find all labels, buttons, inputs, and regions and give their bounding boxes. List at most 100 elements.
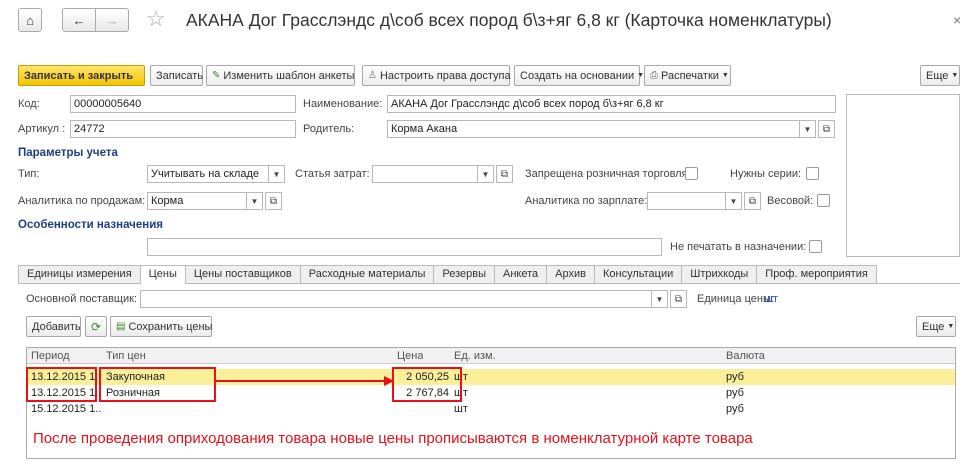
cost-dropdown-button[interactable]: ▼ <box>477 165 494 183</box>
document-save-icon: ▤ <box>116 321 126 332</box>
article-field[interactable]: 24772 <box>70 120 296 138</box>
code-label: Код: <box>18 98 40 110</box>
cost-field[interactable] <box>372 165 478 183</box>
change-template-label: Изменить шаблон анкеты <box>223 69 355 82</box>
type-label: Тип: <box>18 168 40 180</box>
home-button[interactable]: ⌂ <box>18 8 42 32</box>
retail-ban-label: Запрещена розничная торговля: <box>525 168 691 180</box>
chevron-down-icon: ▼ <box>951 72 959 79</box>
save-prices-label: Сохранить цены <box>128 320 213 333</box>
favorite-star-icon[interactable]: ☆ <box>146 6 166 32</box>
supplier-dropdown-button[interactable]: ▼ <box>651 290 668 308</box>
chevron-down-icon: ▼ <box>947 323 955 330</box>
price-unit-label: Единица цены: <box>697 293 774 305</box>
open-window-icon: ⧉ <box>748 195 757 207</box>
col-price[interactable]: Цена <box>397 348 423 364</box>
annotation-text: После проведения оприходования товара но… <box>33 430 753 447</box>
save-label: Записать <box>156 69 204 82</box>
forward-button[interactable]: → <box>95 8 129 32</box>
more-label: Еще <box>926 69 949 82</box>
col-price-type[interactable]: Тип цен <box>106 348 146 364</box>
no-print-checkbox[interactable] <box>809 240 822 253</box>
arrow-right-icon: → <box>105 12 119 28</box>
tab-consultations[interactable]: Консультации <box>593 265 683 283</box>
parent-dropdown-button[interactable]: ▼ <box>799 120 816 138</box>
salary-analytics-field[interactable] <box>647 192 726 210</box>
tab-consumables[interactable]: Расходные материалы <box>299 265 435 283</box>
user-key-icon: ♙ <box>368 70 377 81</box>
type-dropdown-button[interactable]: ▼ <box>268 165 285 183</box>
highlight-box-prices <box>392 367 462 402</box>
supplier-label: Основной поставщик: <box>26 293 137 305</box>
tab-prof-events[interactable]: Проф. мероприятия <box>756 265 877 283</box>
parent-label: Родитель: <box>303 123 355 135</box>
cost-open-button[interactable]: ⧉ <box>496 165 513 183</box>
sales-analytics-open-button[interactable]: ⧉ <box>265 192 282 210</box>
home-icon: ⌂ <box>26 12 34 28</box>
purpose-field[interactable] <box>147 238 662 256</box>
highlight-box-periods <box>26 367 97 402</box>
sales-analytics-dropdown-button[interactable]: ▼ <box>246 192 263 210</box>
annotation-arrow <box>216 376 394 386</box>
chevron-down-icon: ▼ <box>481 169 490 179</box>
tab-units[interactable]: Единицы измерения <box>18 265 141 283</box>
series-checkbox[interactable] <box>806 167 819 180</box>
chevron-down-icon: ▼ <box>721 72 729 79</box>
refresh-button[interactable]: ⟳ <box>85 316 107 337</box>
retail-ban-checkbox[interactable] <box>685 167 698 180</box>
access-rights-button[interactable]: ♙ Настроить права доступа <box>362 65 511 86</box>
salary-analytics-label: Аналитика по зарплате: <box>525 195 648 207</box>
cell-currency: руб <box>726 403 744 415</box>
access-rights-label: Настроить права доступа <box>379 69 511 82</box>
create-based-button[interactable]: Создать на основании ▼ <box>514 65 644 86</box>
chevron-down-icon: ▼ <box>655 294 664 304</box>
weight-checkbox[interactable] <box>817 194 830 207</box>
save-and-close-label: Записать и закрыть <box>24 69 134 82</box>
parent-field[interactable]: Корма Акана <box>387 120 800 138</box>
change-template-button[interactable]: ✎ Изменить шаблон анкеты <box>206 65 355 86</box>
more-button[interactable]: Еще ▼ <box>920 65 960 86</box>
cell-currency: руб <box>726 387 744 399</box>
table-header: Период Тип цен Цена Ед. изм. Валюта <box>27 348 955 364</box>
parent-open-button[interactable]: ⧉ <box>818 120 835 138</box>
printer-icon: ⎙ <box>650 70 658 81</box>
type-field[interactable]: Учитывать на складе <box>147 165 269 183</box>
print-label: Распечатки <box>661 69 719 82</box>
tab-prices[interactable]: Цены <box>139 265 186 284</box>
close-icon[interactable]: × <box>953 12 961 28</box>
back-button[interactable]: ← <box>62 8 96 32</box>
tab-reserves[interactable]: Резервы <box>433 265 495 283</box>
save-button[interactable]: Записать <box>150 65 203 86</box>
tab-bar: Единицы измерения Цены Цены поставщиков … <box>18 265 877 284</box>
pencil-icon: ✎ <box>212 70 221 81</box>
code-field[interactable]: 00000005640 <box>70 95 296 113</box>
salary-analytics-open-button[interactable]: ⧉ <box>744 192 761 210</box>
tab-archive[interactable]: Архив <box>546 265 595 283</box>
tab-questionnaire[interactable]: Анкета <box>494 265 548 283</box>
save-and-close-button[interactable]: Записать и закрыть <box>18 65 145 86</box>
supplier-field[interactable] <box>140 290 652 308</box>
col-currency[interactable]: Валюта <box>726 348 765 364</box>
create-based-label: Создать на основании <box>520 69 635 82</box>
chevron-down-icon: ▼ <box>272 169 281 179</box>
accounting-section-title: Параметры учета <box>18 147 118 159</box>
supplier-open-button[interactable]: ⧉ <box>670 290 687 308</box>
price-unit-value[interactable]: шт <box>764 291 778 307</box>
product-image-placeholder[interactable] <box>846 94 960 257</box>
table-row[interactable]: 15.12.2015 1... шт руб <box>27 401 955 417</box>
col-unit[interactable]: Ед. изм. <box>454 348 496 364</box>
name-field[interactable]: АКАНА Дог Грасслэндс д\соб всех пород б\… <box>387 95 836 113</box>
print-button[interactable]: ⎙ Распечатки ▼ <box>644 65 731 86</box>
prices-more-button[interactable]: Еще ▼ <box>916 316 956 337</box>
col-period[interactable]: Период <box>31 348 70 364</box>
refresh-icon: ⟳ <box>90 319 102 334</box>
tab-supplier-prices[interactable]: Цены поставщиков <box>184 265 301 283</box>
tab-barcodes[interactable]: Штрихкоды <box>681 265 758 283</box>
highlight-box-price-types <box>99 367 216 402</box>
cell-period: 15.12.2015 1... <box>31 403 101 415</box>
salary-analytics-dropdown-button[interactable]: ▼ <box>725 192 742 210</box>
save-prices-button[interactable]: ▤ Сохранить цены <box>110 316 212 337</box>
purpose-section-title: Особенности назначения <box>18 219 163 231</box>
sales-analytics-field[interactable]: Корма <box>147 192 247 210</box>
add-price-button[interactable]: Добавить <box>26 316 81 337</box>
